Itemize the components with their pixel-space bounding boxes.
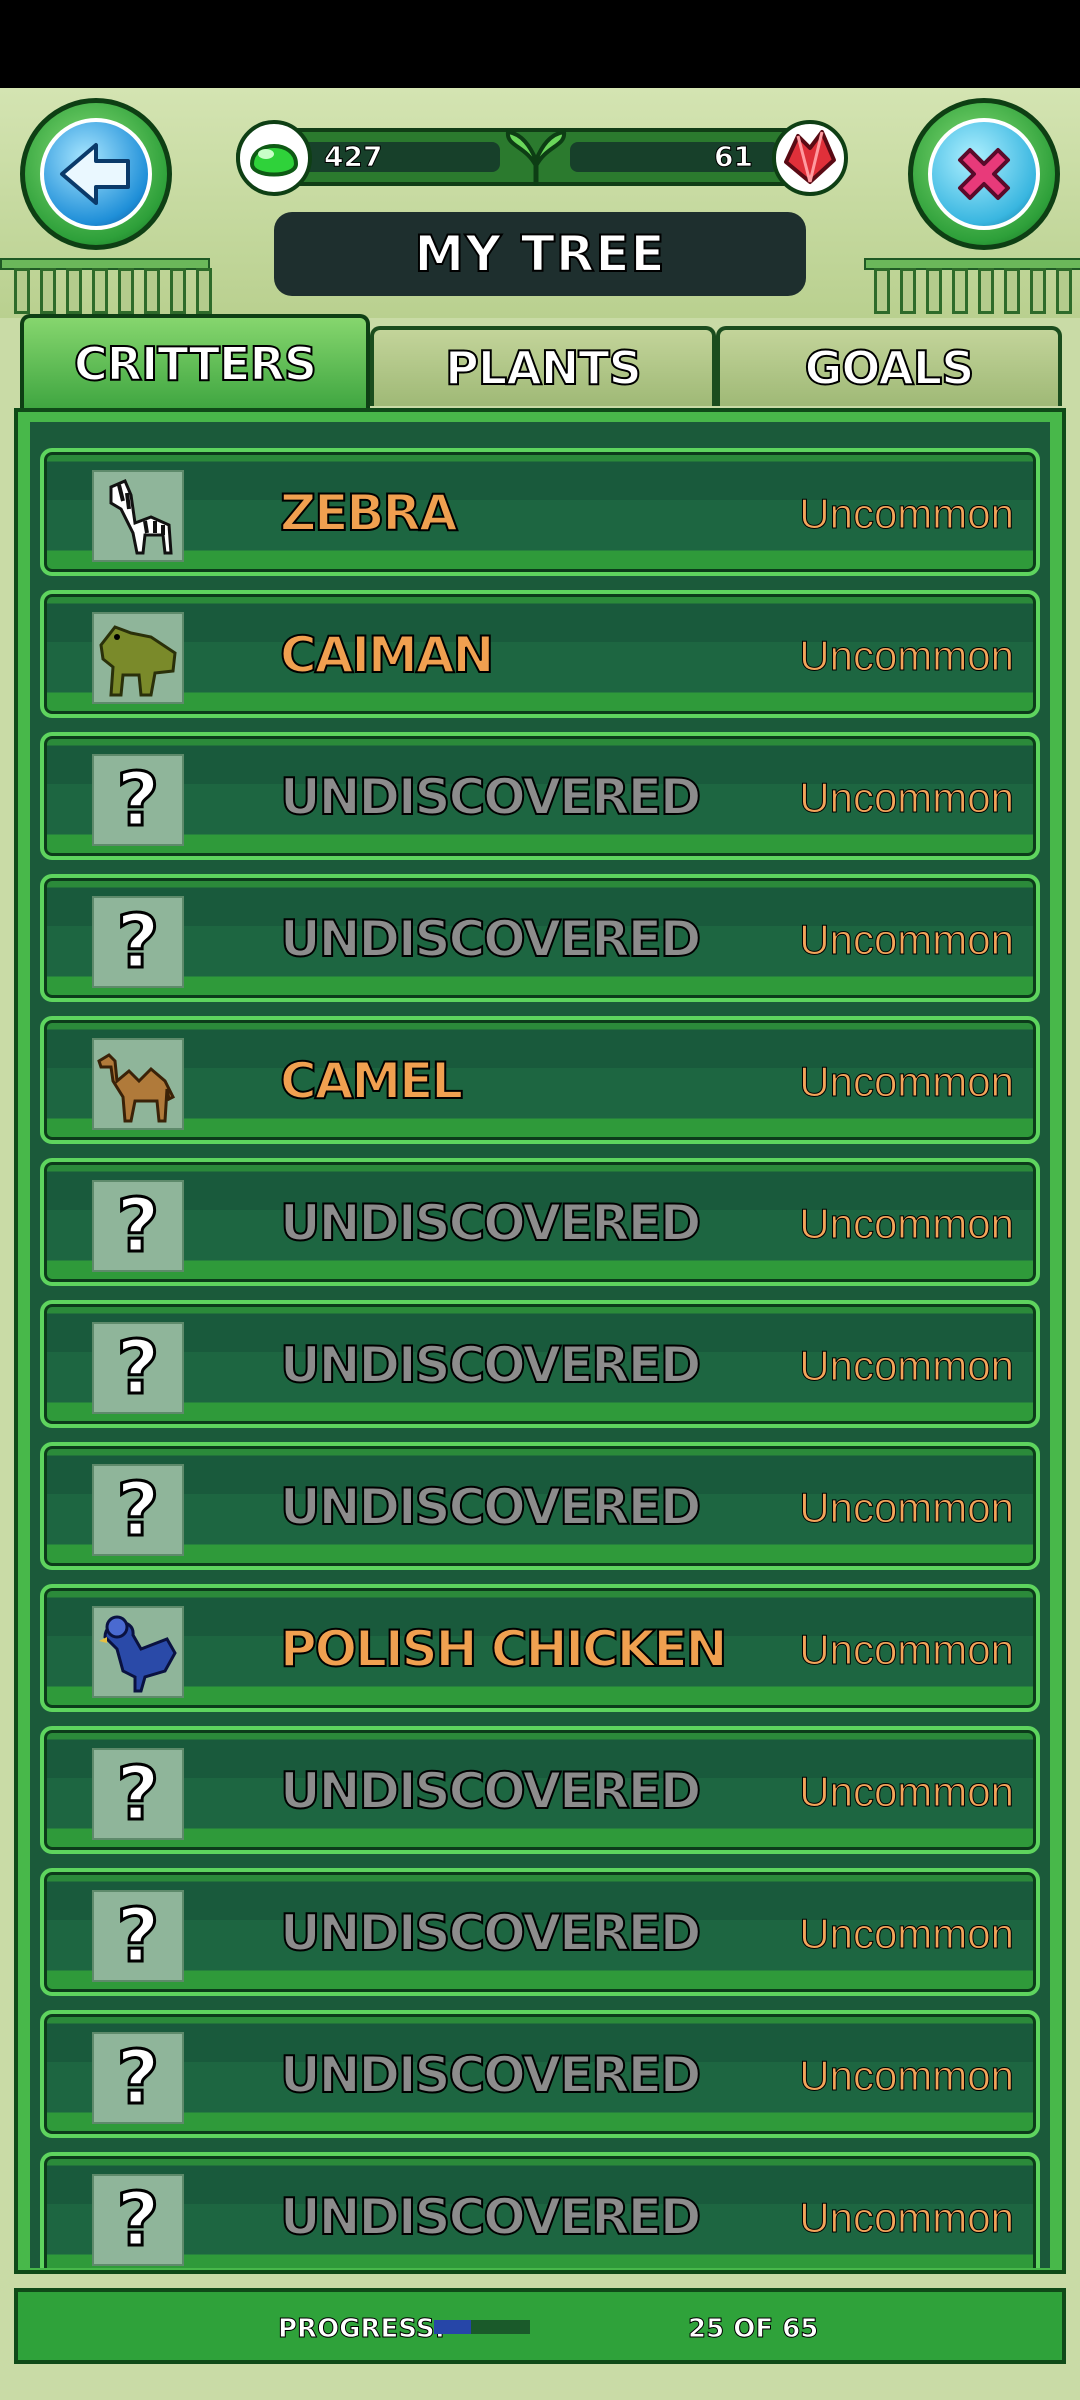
progress-bar-fill	[434, 2320, 471, 2334]
red-gem-icon	[772, 120, 848, 196]
tab-goals-label: GOALS	[804, 340, 976, 396]
critter-name: UNDISCOVERED	[279, 1335, 702, 1395]
question-mark-icon: ?	[92, 1464, 184, 1556]
critter-name: POLISH CHICKEN	[279, 1619, 728, 1679]
question-mark-icon: ?	[92, 1890, 184, 1982]
critter-rarity: Uncommon	[799, 1626, 1015, 1674]
critter-rarity: Uncommon	[799, 1484, 1015, 1532]
tab-critters-label: CRITTERS	[73, 336, 318, 392]
question-mark-icon: ?	[92, 1180, 184, 1272]
fence-right	[874, 268, 1072, 314]
resource-bar: 427 61	[236, 128, 844, 186]
status-bar	[0, 0, 1080, 88]
critter-row[interactable]: ? UNDISCOVERED Uncommon	[40, 1300, 1040, 1428]
critter-row[interactable]: POLISH CHICKEN Uncommon	[40, 1584, 1040, 1712]
critter-row[interactable]: ? UNDISCOVERED Uncommon	[40, 2010, 1040, 2138]
camel-icon	[92, 1038, 184, 1130]
critter-row[interactable]: ? UNDISCOVERED Uncommon	[40, 732, 1040, 860]
question-mark-icon: ?	[92, 896, 184, 988]
critter-name: ZEBRA	[279, 483, 459, 543]
critter-name: UNDISCOVERED	[279, 1903, 702, 1963]
critter-name: UNDISCOVERED	[279, 909, 702, 969]
polish-chicken-icon	[92, 1606, 184, 1698]
critter-list[interactable]: ZEBRA Uncommon CAIMAN Uncommon ? UNDISCO…	[30, 422, 1050, 2268]
critter-row[interactable]: ? UNDISCOVERED Uncommon	[40, 1868, 1040, 1996]
progress-footer: PROGRESS: 25 OF 65	[14, 2288, 1066, 2364]
back-arrow-icon	[40, 118, 152, 230]
critter-name: CAMEL	[279, 1051, 464, 1111]
tab-goals[interactable]: GOALS	[716, 326, 1062, 406]
close-x-icon	[928, 118, 1040, 230]
critter-row[interactable]: CAIMAN Uncommon	[40, 590, 1040, 718]
page-title-plate: MY TREE	[274, 212, 806, 296]
critter-row[interactable]: ? UNDISCOVERED Uncommon	[40, 1158, 1040, 1286]
critter-list-panel: ZEBRA Uncommon CAIMAN Uncommon ? UNDISCO…	[14, 408, 1066, 2274]
critter-rarity: Uncommon	[799, 916, 1015, 964]
tab-plants-label: PLANTS	[444, 340, 643, 396]
sprout-icon	[505, 129, 567, 186]
critter-row[interactable]: ? UNDISCOVERED Uncommon	[40, 1726, 1040, 1854]
tab-critters[interactable]: CRITTERS	[20, 314, 370, 410]
critter-rarity: Uncommon	[799, 1058, 1015, 1106]
critter-row[interactable]: ? UNDISCOVERED Uncommon	[40, 874, 1040, 1002]
critter-rarity: Uncommon	[799, 1768, 1015, 1816]
critter-name: UNDISCOVERED	[279, 2187, 702, 2247]
question-mark-icon: ?	[92, 754, 184, 846]
gem-currency-count: 61	[714, 140, 754, 174]
tab-bar: CRITTERS PLANTS GOALS	[14, 314, 1066, 410]
progress-count: 25 OF 65	[687, 2314, 819, 2345]
critter-name: UNDISCOVERED	[279, 767, 702, 827]
critter-row[interactable]: ZEBRA Uncommon	[40, 448, 1040, 576]
critter-rarity: Uncommon	[799, 1200, 1015, 1248]
fence-left	[14, 268, 212, 314]
green-gem-icon	[236, 120, 312, 196]
question-mark-icon: ?	[92, 2174, 184, 2266]
critter-name: UNDISCOVERED	[279, 1477, 702, 1537]
critter-rarity: Uncommon	[799, 1910, 1015, 1958]
progress-label: PROGRESS:	[278, 2314, 446, 2345]
critter-rarity: Uncommon	[799, 2052, 1015, 2100]
critter-row[interactable]: ? UNDISCOVERED Uncommon	[40, 1442, 1040, 1570]
critter-rarity: Uncommon	[799, 1342, 1015, 1390]
question-mark-icon: ?	[92, 1748, 184, 1840]
critter-rarity: Uncommon	[799, 632, 1015, 680]
green-currency-count: 427	[323, 140, 383, 174]
critter-row[interactable]: ? UNDISCOVERED Uncommon	[40, 2152, 1040, 2268]
critter-name: UNDISCOVERED	[279, 2045, 702, 2105]
critter-name: UNDISCOVERED	[279, 1761, 702, 1821]
caiman-icon	[92, 612, 184, 704]
question-mark-icon: ?	[92, 1322, 184, 1414]
critter-row[interactable]: CAMEL Uncommon	[40, 1016, 1040, 1144]
question-mark-icon: ?	[92, 2032, 184, 2124]
tab-plants[interactable]: PLANTS	[370, 326, 716, 406]
critter-rarity: Uncommon	[799, 2194, 1015, 2242]
back-button[interactable]	[20, 98, 172, 250]
close-button[interactable]	[908, 98, 1060, 250]
page-title: MY TREE	[413, 224, 666, 284]
progress-bar	[434, 2320, 530, 2334]
critter-name: UNDISCOVERED	[279, 1193, 702, 1253]
critter-name: CAIMAN	[279, 625, 495, 685]
zebra-icon	[92, 470, 184, 562]
critter-rarity: Uncommon	[799, 490, 1015, 538]
critter-rarity: Uncommon	[799, 774, 1015, 822]
